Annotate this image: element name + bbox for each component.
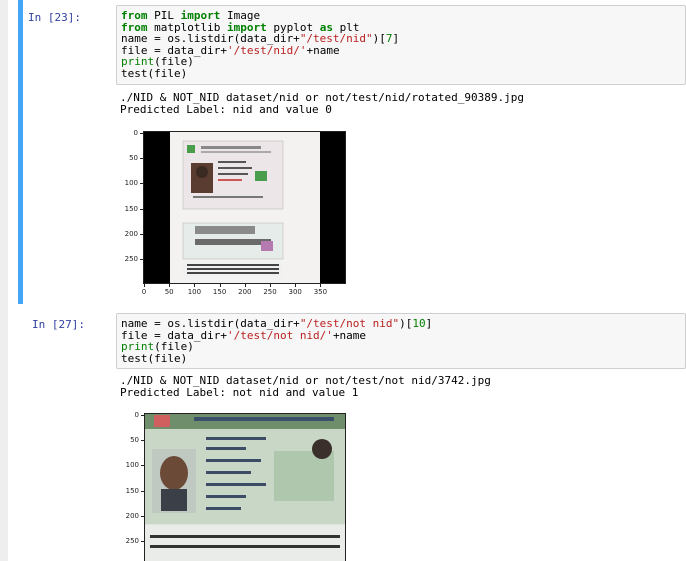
y-tick-label: 250 xyxy=(124,255,138,263)
output-line: ./NID & NOT_NID dataset/nid or not/test/… xyxy=(120,374,491,387)
y-tick-label: 50 xyxy=(129,154,138,163)
output-line: Predicted Label: not nid and value 1 xyxy=(120,385,359,399)
y-tick-label: 150 xyxy=(125,486,139,495)
y-tick-label: 150 xyxy=(124,204,138,213)
code-line[interactable]: print(file) xyxy=(121,341,685,353)
code-line[interactable]: test(file) xyxy=(121,66,685,80)
y-tick-label: 250 xyxy=(125,537,139,545)
y-tick-label: 100 xyxy=(125,461,139,470)
y-tick-mark xyxy=(140,158,143,160)
x-tick-mark xyxy=(270,284,271,287)
code-editor[interactable]: from PIL import Image from matplotlib imp… xyxy=(116,5,686,85)
y-tick-label: 200 xyxy=(125,511,139,520)
y-tick-mark xyxy=(141,465,144,467)
x-tick-label: 0 xyxy=(141,288,147,296)
code-token: '/test/nid/' xyxy=(226,43,307,57)
code-token: +name xyxy=(306,43,340,57)
y-tick-mark xyxy=(140,233,143,235)
x-tick-mark xyxy=(219,284,221,287)
code-text[interactable]: name = os.listdir(data_dir+"/test/not ni… xyxy=(117,314,685,364)
code-token: test(file) xyxy=(121,66,188,80)
code-token: '/test/not nid/' xyxy=(226,328,333,342)
output-text: ./NID & NOT_NID dataset/nid or not/test/… xyxy=(120,92,524,116)
y-tick-label: 50 xyxy=(130,436,139,445)
x-tick-label: 100 xyxy=(187,288,202,296)
code-token: +name xyxy=(332,328,367,342)
code-token: test(file) xyxy=(121,351,188,365)
y-tick-mark xyxy=(141,440,144,442)
output-line: ./NID & NOT_NID dataset/nid or not/test/… xyxy=(120,91,524,104)
code-line[interactable]: print(file) xyxy=(121,56,685,68)
x-tick-mark xyxy=(295,284,297,287)
x-tick-label: 200 xyxy=(238,288,252,296)
y-tick-mark xyxy=(140,208,143,210)
left-gutter xyxy=(0,0,8,561)
x-tick-label: 300 xyxy=(288,288,302,296)
y-tick-mark xyxy=(141,490,144,492)
notebook: In [23]: from PIL import Image from matpl… xyxy=(0,0,686,561)
code-editor[interactable]: name = os.listdir(data_dir+"/test/not ni… xyxy=(116,313,686,369)
y-tick-mark xyxy=(140,183,143,185)
code-token: ] xyxy=(392,32,400,45)
x-tick-mark xyxy=(169,284,171,287)
x-tick-mark xyxy=(244,284,246,287)
code-line[interactable]: file = data_dir+'/test/not nid/'+name xyxy=(121,328,685,342)
code-line[interactable]: file = data_dir+'/test/nid/'+name xyxy=(121,43,685,57)
code-token: 10 xyxy=(412,317,426,330)
x-tick-mark xyxy=(144,284,145,287)
output-line: Predicted Label: nid and value 0 xyxy=(120,102,332,116)
axes-frame xyxy=(143,131,346,284)
cell-prompt: In [23]: xyxy=(28,11,81,24)
x-tick-label: 250 xyxy=(263,288,277,296)
x-tick-mark xyxy=(194,284,196,287)
axes-frame xyxy=(144,413,346,561)
y-tick-mark xyxy=(140,133,143,134)
code-line[interactable]: test(file) xyxy=(121,351,685,365)
cell-prompt: In [27]: xyxy=(32,318,85,331)
y-tick-mark xyxy=(141,415,144,416)
code-token: ] xyxy=(425,317,433,330)
y-tick-mark xyxy=(141,515,144,517)
y-tick-label: 100 xyxy=(124,179,138,188)
x-tick-mark xyxy=(320,284,322,287)
x-tick-label: 50 xyxy=(164,288,174,296)
y-tick-label: 0 xyxy=(134,411,139,419)
code-token: )[ xyxy=(399,317,413,330)
code-token: )[ xyxy=(372,32,386,45)
y-tick-label: 0 xyxy=(133,129,138,137)
x-tick-label: 150 xyxy=(212,288,227,296)
y-tick-mark xyxy=(141,541,144,542)
y-tick-mark xyxy=(140,259,143,260)
code-text[interactable]: from PIL import Image from matplotlib imp… xyxy=(117,6,685,79)
x-tick-label: 350 xyxy=(313,288,328,296)
y-tick-label: 200 xyxy=(124,229,138,238)
code-token: 7 xyxy=(385,32,393,45)
output-text: ./NID & NOT_NID dataset/nid or not/test/… xyxy=(120,375,491,399)
